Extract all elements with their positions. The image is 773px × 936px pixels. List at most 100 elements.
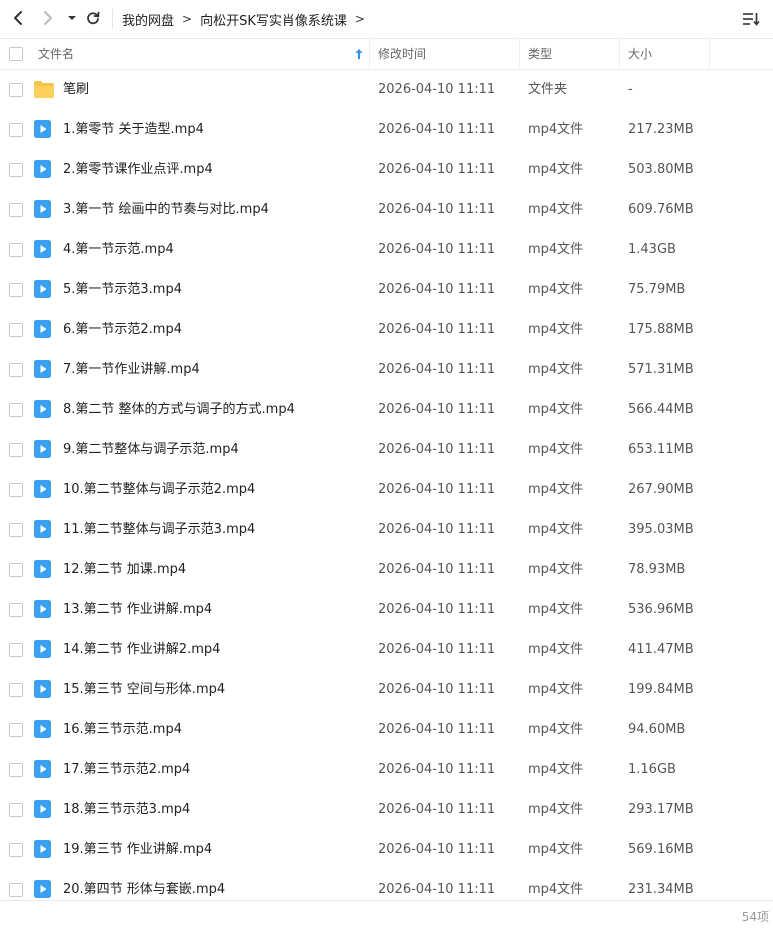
column-divider[interactable] [519,39,520,69]
file-modified-time: 2026-04-10 11:11 [378,402,496,417]
file-row[interactable]: 9.第二节整体与调子示范.mp4 2026-04-10 11:11 mp4文件 653… [0,430,773,470]
file-name[interactable]: 3.第一节 绘画中的节奏与对比.mp4 [63,190,269,230]
file-row[interactable]: 笔刷 2026-04-10 11:11 文件夹 - [0,70,773,110]
row-checkbox[interactable] [9,443,23,457]
file-row[interactable]: 17.第三节示范2.mp4 2026-04-10 11:11 mp4文件 1.16GB [0,750,773,790]
column-divider[interactable] [369,39,370,69]
file-row[interactable]: 13.第二节 作业讲解.mp4 2026-04-10 11:11 mp4文件 536.… [0,590,773,630]
file-name[interactable]: 6.第一节示范2.mp4 [63,310,182,350]
file-modified-time: 2026-04-10 11:11 [378,682,496,697]
row-checkbox[interactable] [9,363,23,377]
file-type: mp4文件 [528,442,584,457]
file-type: mp4文件 [528,602,584,617]
file-row[interactable]: 19.第三节 作业讲解.mp4 2026-04-10 11:11 mp4文件 569.… [0,830,773,870]
video-file-icon [33,759,53,779]
file-name[interactable]: 10.第二节整体与调子示范2.mp4 [63,470,255,510]
row-checkbox[interactable] [9,803,23,817]
row-checkbox[interactable] [9,843,23,857]
row-checkbox[interactable] [9,723,23,737]
select-all-checkbox[interactable] [9,47,23,61]
column-name-header[interactable]: 文件名 [38,39,74,69]
file-name[interactable]: 5.第一节示范3.mp4 [63,270,182,310]
sort-menu-button[interactable] [741,9,761,29]
file-row[interactable]: 4.第一节示范.mp4 2026-04-10 11:11 mp4文件 1.43GB [0,230,773,270]
file-name[interactable]: 14.第二节 作业讲解2.mp4 [63,630,220,670]
row-checkbox[interactable] [9,883,23,897]
row-checkbox[interactable] [9,603,23,617]
file-row[interactable]: 11.第二节整体与调子示范3.mp4 2026-04-10 11:11 mp4文件 3… [0,510,773,550]
file-size: 1.43GB [628,242,676,257]
breadcrumb-separator[interactable]: > [355,12,365,26]
row-checkbox[interactable] [9,643,23,657]
file-name[interactable]: 16.第三节示范.mp4 [63,710,182,750]
file-modified-time: 2026-04-10 11:11 [378,122,496,137]
column-header: 文件名 修改时间 类型 大小 [0,39,773,70]
file-modified-time: 2026-04-10 11:11 [378,202,496,217]
row-checkbox[interactable] [9,483,23,497]
file-modified-time: 2026-04-10 11:11 [378,802,496,817]
row-checkbox[interactable] [9,403,23,417]
file-name[interactable]: 9.第二节整体与调子示范.mp4 [63,430,239,470]
file-modified-time: 2026-04-10 11:11 [378,322,496,337]
file-type: mp4文件 [528,682,584,697]
sort-list-icon [743,13,760,26]
history-dropdown-button[interactable] [62,8,82,28]
file-name[interactable]: 4.第一节示范.mp4 [63,230,174,270]
file-row[interactable]: 15.第三节 空间与形体.mp4 2026-04-10 11:11 mp4文件 199… [0,670,773,710]
file-modified-time: 2026-04-10 11:11 [378,562,496,577]
file-name[interactable]: 19.第三节 作业讲解.mp4 [63,830,212,870]
row-checkbox[interactable] [9,523,23,537]
file-modified-time: 2026-04-10 11:11 [378,722,496,737]
column-date-header[interactable]: 修改时间 [378,39,426,69]
row-checkbox[interactable] [9,563,23,577]
video-file-icon [33,679,53,699]
file-row[interactable]: 12.第二节 加课.mp4 2026-04-10 11:11 mp4文件 78.93M… [0,550,773,590]
file-name[interactable]: 12.第二节 加课.mp4 [63,550,186,590]
sort-ascending-icon[interactable] [354,48,364,60]
file-name[interactable]: 11.第二节整体与调子示范3.mp4 [63,510,255,550]
column-size-header[interactable]: 大小 [628,39,652,69]
row-checkbox[interactable] [9,123,23,137]
file-row[interactable]: 6.第一节示范2.mp4 2026-04-10 11:11 mp4文件 175.88M… [0,310,773,350]
file-row[interactable]: 16.第三节示范.mp4 2026-04-10 11:11 mp4文件 94.60MB [0,710,773,750]
file-name[interactable]: 13.第二节 作业讲解.mp4 [63,590,212,630]
file-name[interactable]: 2.第零节课作业点评.mp4 [63,150,213,190]
video-file-icon [33,159,53,179]
file-row[interactable]: 7.第一节作业讲解.mp4 2026-04-10 11:11 mp4文件 571.31… [0,350,773,390]
row-checkbox[interactable] [9,683,23,697]
file-row[interactable]: 8.第二节 整体的方式与调子的方式.mp4 2026-04-10 11:11 mp4… [0,390,773,430]
row-checkbox[interactable] [9,243,23,257]
video-file-icon [33,639,53,659]
file-row[interactable]: 5.第一节示范3.mp4 2026-04-10 11:11 mp4文件 75.79MB [0,270,773,310]
breadcrumb-root[interactable]: 我的网盘 [122,10,174,29]
file-row[interactable]: 3.第一节 绘画中的节奏与对比.mp4 2026-04-10 11:11 mp4文件… [0,190,773,230]
file-name[interactable]: 笔刷 [63,70,89,110]
back-button[interactable] [8,8,28,28]
row-checkbox[interactable] [9,323,23,337]
row-checkbox[interactable] [9,83,23,97]
file-name[interactable]: 1.第零节 关于造型.mp4 [63,110,204,150]
column-divider[interactable] [619,39,620,69]
file-name[interactable]: 17.第三节示范2.mp4 [63,750,190,790]
file-name[interactable]: 8.第二节 整体的方式与调子的方式.mp4 [63,390,295,430]
row-checkbox[interactable] [9,163,23,177]
row-checkbox[interactable] [9,203,23,217]
row-checkbox[interactable] [9,283,23,297]
column-divider[interactable] [709,39,710,69]
refresh-button[interactable] [83,8,103,28]
file-row[interactable]: 1.第零节 关于造型.mp4 2026-04-10 11:11 mp4文件 217.2… [0,110,773,150]
file-row[interactable]: 18.第三节示范3.mp4 2026-04-10 11:11 mp4文件 293.17… [0,790,773,830]
forward-button[interactable] [38,8,58,28]
file-name[interactable]: 18.第三节示范3.mp4 [63,790,190,830]
breadcrumb-folder[interactable]: 向松开SK写实肖像系统课 [200,10,347,29]
file-name[interactable]: 7.第一节作业讲解.mp4 [63,350,200,390]
file-row[interactable]: 10.第二节整体与调子示范2.mp4 2026-04-10 11:11 mp4文件 2… [0,470,773,510]
file-modified-time: 2026-04-10 11:11 [378,82,496,97]
video-file-icon [33,199,53,219]
file-name[interactable]: 15.第三节 空间与形体.mp4 [63,670,225,710]
file-size: - [628,82,633,97]
file-row[interactable]: 14.第二节 作业讲解2.mp4 2026-04-10 11:11 mp4文件 411… [0,630,773,670]
column-type-header[interactable]: 类型 [528,39,552,69]
row-checkbox[interactable] [9,763,23,777]
file-row[interactable]: 2.第零节课作业点评.mp4 2026-04-10 11:11 mp4文件 503.8… [0,150,773,190]
